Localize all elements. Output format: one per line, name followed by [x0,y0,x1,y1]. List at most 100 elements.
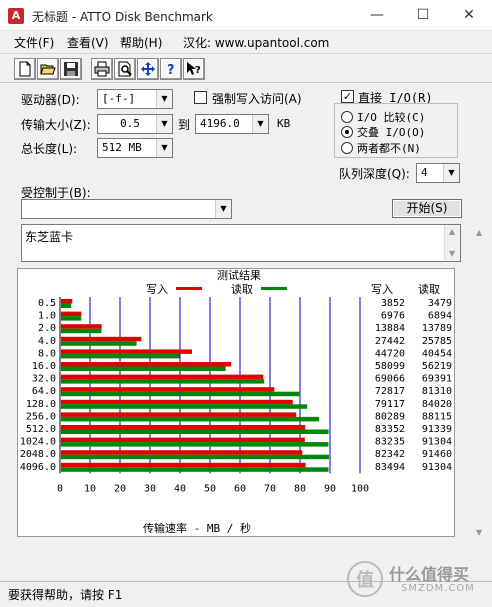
write-bar [61,362,232,367]
help-icon: ? [167,63,175,77]
save-button[interactable] [60,58,82,80]
direct-io-checkbox[interactable]: ✓ [341,90,354,103]
results-chart: 测试结果 写入 读取 0.5 1.02.0 4.08.0 16.0 32.064.0 128… [20,269,452,535]
write-bar [61,349,193,354]
category-label: 1.0 [38,311,56,322]
x-tick-label: 80 [294,483,306,494]
context-help-icon: ? [187,62,201,76]
x-tick-label: 10 [84,483,96,494]
write-bar [61,437,305,443]
chevron-down-icon: ▼ [252,115,268,133]
read-value: 69391 [422,374,452,385]
read-value: 13789 [422,323,452,334]
watermark-logo-icon: 值 [347,561,383,597]
write-value: 79117 [375,399,405,410]
svg-text:?: ? [195,65,201,76]
chevron-down-icon: ▼ [443,164,459,182]
category-label: 2048.0 [20,449,56,460]
write-bar [61,412,297,417]
print-preview-button[interactable] [114,58,136,80]
value-column-header-1: 读取 [418,282,440,296]
window-title: 无标题 - ATTO Disk Benchmark [32,10,213,24]
chart-bars [61,299,329,472]
chevron-down-icon: ▼ [215,200,231,218]
write-value: 83494 [375,462,405,473]
maximize-button[interactable]: ☐ [400,0,446,31]
new-file-icon [19,61,31,77]
menu-view[interactable]: 查看(V) [67,34,109,51]
context-help-button[interactable]: ? [183,58,205,80]
radio-overlapped-io-label: 交叠 I/O(O) [357,126,426,139]
menu-help[interactable]: 帮助(H) [120,34,162,51]
read-value: 91304 [422,462,452,473]
read-value: 40454 [422,348,452,359]
scroll-up-icon: ▲ [449,227,456,236]
description-scrollbar[interactable]: ▲ ▼ [444,225,460,261]
read-bar [61,429,329,434]
x-tick-label: 90 [324,483,336,494]
write-value: 3852 [381,298,405,309]
write-value: 83235 [375,437,405,448]
menu-localization[interactable]: 汉化: www.upantool.com [183,34,329,51]
close-button[interactable]: ✕ [446,0,492,31]
category-label: 256.0 [26,411,56,422]
force-write-label: 强制写入访问(A) [212,92,302,106]
transfer-from-select[interactable]: 0.5 ▼ [97,114,173,134]
transfer-unit: KB [277,117,291,130]
status-text: 要获得帮助，请按 F1 [8,588,123,602]
start-button[interactable]: 开始(S) [392,199,462,218]
new-file-button[interactable] [14,58,36,80]
help-button[interactable]: ? [160,58,182,80]
open-button[interactable] [37,58,59,80]
main-scrollbar[interactable]: ▲ ▼ [472,224,488,544]
transfer-to-select[interactable]: 4196.0 ▼ [195,114,269,134]
print-preview-icon [118,61,132,77]
write-value: 58099 [375,361,405,372]
move-button[interactable] [137,58,159,80]
scroll-up-icon: ▲ [476,228,483,237]
read-bar [61,366,226,371]
radio-io-compare[interactable] [341,111,353,123]
queue-depth-select[interactable]: 4 ▼ [416,163,460,183]
description-field[interactable]: 东芝蓝卡 ▲ ▼ [21,224,461,262]
category-label: 128.0 [26,399,56,410]
read-bar [61,328,102,334]
x-tick-label: 30 [144,483,156,494]
write-bar [61,336,142,342]
read-value: 56219 [422,361,452,372]
radio-neither[interactable] [341,142,353,154]
total-length-select[interactable]: 512 MB ▼ [97,138,173,158]
transfer-to-label: 到 [178,118,191,132]
minimize-button[interactable]: — [354,0,400,31]
drive-select[interactable]: [-f-] ▼ [97,89,173,109]
write-bar [61,374,264,380]
force-write-checkbox[interactable] [194,91,207,104]
controlled-by-select[interactable]: ▼ [21,199,232,219]
radio-overlapped-io[interactable] [341,126,353,138]
read-value: 25785 [422,336,452,347]
app-icon: A [8,8,24,24]
drive-value: [-f-] [102,92,136,105]
menu-file[interactable]: 文件(F) [14,34,54,51]
svg-text:值: 值 [356,569,374,591]
legend-swatch-1 [261,287,287,290]
write-bar [61,450,303,455]
results-panel: 测试结果 写入 读取 0.5 1.0 2.0 4.0 8.0 16.0 32.0 64.0 128… [17,268,455,537]
menu-bar: 文件(F) 查看(V) 帮助(H) 汉化: www.upantool.com [0,31,492,52]
read-value: 91304 [422,437,452,448]
write-bar [61,324,102,329]
category-label: 64.0 [32,386,56,397]
chart-legend: 写入 读取 [146,282,287,296]
legend-label-0: 写入 [146,283,168,296]
x-tick-label: 60 [234,483,246,494]
title-bar: A 无标题 - ATTO Disk Benchmark — ☐ ✕ [0,0,492,31]
write-value: 82342 [375,449,405,460]
print-button[interactable] [91,58,113,80]
write-value: 27442 [375,336,405,347]
read-bar [61,303,72,308]
read-bar [61,442,329,447]
total-length-label: 总长度(L): [21,142,78,156]
svg-text:?: ? [167,63,175,77]
transfer-size-label: 传输大小(Z): [21,118,91,132]
transfer-from-value: 0.5 [120,117,140,130]
